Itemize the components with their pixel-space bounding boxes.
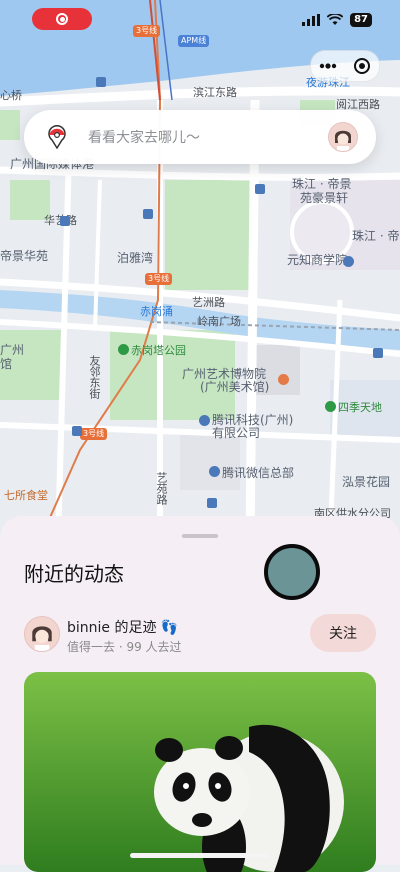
map-label: 珠江 · 帝景 <box>292 177 352 191</box>
nearby-feed-sheet[interactable]: 附近的动态 binnie 的足迹 👣 值得一去 · 99 人去过 关注 <box>0 516 400 872</box>
school-icon[interactable] <box>343 256 354 267</box>
section-title: 附近的动态 <box>24 562 124 586</box>
map-label: 心桥 <box>0 89 22 102</box>
museum-icon[interactable] <box>278 374 289 385</box>
map-label: 元知商学院 <box>287 253 348 267</box>
bus-stop-icon[interactable] <box>72 426 82 436</box>
map-label: 馆 <box>0 357 13 371</box>
map-label: (广州美术馆) <box>200 380 270 394</box>
map-label: 泓景花园 <box>342 475 391 489</box>
battery-icon: 87 <box>350 13 372 27</box>
bus-stop-icon[interactable] <box>60 216 70 226</box>
author-name[interactable]: binnie 的足迹 👣 <box>67 617 178 637</box>
map-label: 珠江 · 帝景 <box>352 229 400 243</box>
map-label: 泊雅湾 <box>117 251 154 265</box>
record-icon <box>56 13 68 25</box>
bus-stop-icon[interactable] <box>255 184 265 194</box>
map-label: 艺苑路 <box>155 472 168 505</box>
status-bar: 87 <box>0 0 400 40</box>
search-input[interactable]: 看看大家去哪儿～ <box>88 127 328 147</box>
map-label: 帝景华苑 <box>0 249 49 263</box>
bus-stop-icon[interactable] <box>143 209 153 219</box>
map-label: 广州 <box>0 343 25 357</box>
map-label: 四季天地 <box>338 401 382 414</box>
close-miniapp-icon[interactable] <box>353 57 371 75</box>
mall-icon[interactable] <box>325 401 336 412</box>
recording-indicator[interactable] <box>32 8 92 30</box>
signal-icon <box>302 14 321 26</box>
company-icon[interactable] <box>199 415 210 426</box>
floating-action-button[interactable] <box>264 544 320 600</box>
metro-line-badge: 3号线 <box>145 273 173 285</box>
drag-handle[interactable] <box>182 534 218 538</box>
wifi-icon <box>327 14 344 25</box>
bus-stop-icon[interactable] <box>96 77 106 87</box>
miniapp-capsule[interactable] <box>310 50 380 82</box>
map-label: 七所食堂 <box>4 489 48 502</box>
map-label: 岭南广场 <box>197 315 241 328</box>
metro-line-badge: 3号线 <box>80 428 108 440</box>
map-label: 赤岗塔公园 <box>131 344 186 357</box>
bus-stop-icon[interactable] <box>373 348 383 358</box>
map-label: 苑豪景轩 <box>300 191 349 205</box>
post-photo[interactable] <box>24 672 376 872</box>
map-label: 友邻东街 <box>88 355 101 399</box>
map-label: 有限公司 <box>212 426 261 440</box>
post-author-row: binnie 的足迹 👣 值得一去 · 99 人去过 关注 <box>24 614 376 654</box>
map-label: 腾讯微信总部 <box>222 466 295 480</box>
system-icons: 87 <box>302 13 372 27</box>
map-label: 艺洲路 <box>192 296 225 309</box>
company-icon[interactable] <box>209 466 220 477</box>
more-icon[interactable] <box>319 63 337 69</box>
park-icon[interactable] <box>118 344 129 355</box>
follow-button[interactable]: 关注 <box>310 614 376 652</box>
map-label: 赤岗涌 <box>140 305 173 318</box>
home-indicator[interactable] <box>130 853 270 858</box>
location-pin-icon <box>48 125 66 149</box>
map-label: 滨江东路 <box>193 86 237 99</box>
search-bar[interactable]: 看看大家去哪儿～ <box>24 110 376 164</box>
bus-stop-icon[interactable] <box>207 498 217 508</box>
user-avatar[interactable] <box>328 122 358 152</box>
author-avatar[interactable] <box>24 616 60 652</box>
author-subtitle: 值得一去 · 99 人去过 <box>67 640 182 654</box>
